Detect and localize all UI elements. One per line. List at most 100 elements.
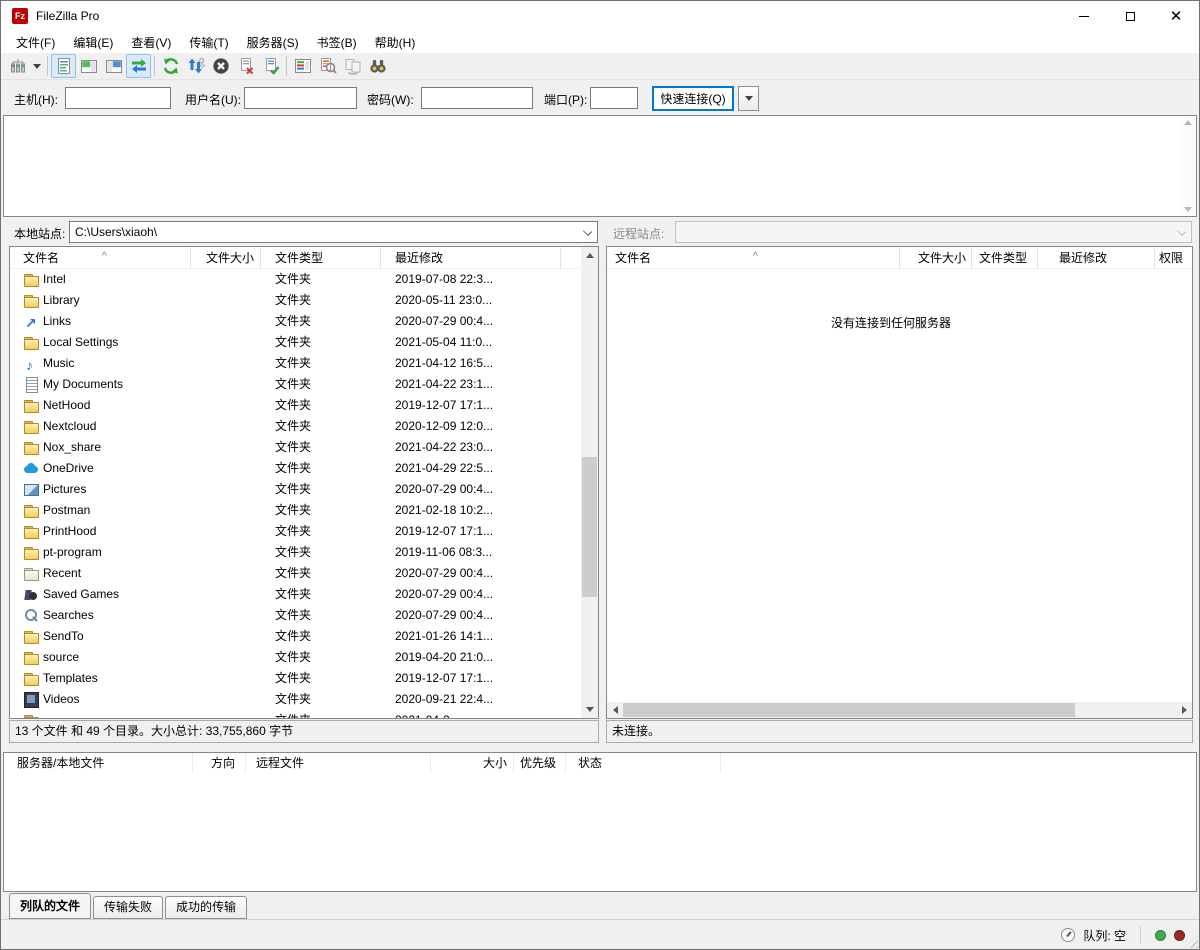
table-row[interactable]: 文件夹 2021-04-2... [10,710,581,719]
tab-queued-files[interactable]: 列队的文件 [9,893,91,919]
message-log-scrollbar[interactable] [1180,116,1196,216]
column-header-priority[interactable]: 优先级 [514,753,566,773]
remote-tree-icon [105,57,123,75]
scroll-left-button[interactable] [607,702,623,718]
local-tree-toggle-button[interactable] [76,54,101,78]
transfer-queue-toggle-button[interactable] [126,54,151,78]
table-row[interactable]: pt-program 文件夹 2019-11-06 08:3... [10,542,581,563]
search-icon [23,607,39,623]
local-site-label: 本地站点: [14,225,65,242]
tab-successful-transfers[interactable]: 成功的传输 [165,896,247,919]
column-header-filename[interactable]: 文件名 ^ [607,247,900,269]
filename-filters-button[interactable] [315,54,340,78]
music-icon [23,355,39,371]
column-header-filetype[interactable]: 文件类型 [261,247,381,269]
column-header-modified[interactable]: 最近修改 [1038,247,1155,269]
menu-view[interactable]: 查看(V) [122,32,180,53]
resize-grip[interactable] [1185,935,1198,948]
table-row[interactable]: Saved Games 文件夹 2020-07-29 00:4... [10,584,581,605]
table-row[interactable]: PrintHood 文件夹 2019-12-07 17:1... [10,521,581,542]
find-files-button[interactable] [365,54,390,78]
menu-bookmarks[interactable]: 书签(B) [308,32,366,53]
table-row[interactable]: Pictures 文件夹 2020-07-29 00:4... [10,479,581,500]
column-header-modified[interactable]: 最近修改 [381,247,561,269]
quickconnect-dropdown-button[interactable] [738,86,759,111]
column-header-remote-file[interactable]: 远程文件 [246,753,431,773]
directory-comparison-button[interactable] [290,54,315,78]
process-queue-button[interactable] [183,54,208,78]
table-row[interactable]: Intel 文件夹 2019-07-08 22:3... [10,269,581,290]
remote-tree-toggle-button[interactable] [101,54,126,78]
scroll-down-button[interactable] [581,701,598,718]
table-row[interactable]: Local Settings 文件夹 2021-05-04 11:0... [10,332,581,353]
minimize-button[interactable] [1061,1,1107,31]
quickconnect-button[interactable]: 快速连接(Q) [652,86,734,111]
table-row[interactable]: Music 文件夹 2021-04-12 16:5... [10,353,581,374]
red-status-dot[interactable] [1174,930,1185,941]
reconnect-button[interactable] [258,54,283,78]
scroll-up-button[interactable] [581,247,598,264]
column-header-size[interactable]: 大小 [431,753,514,773]
table-row[interactable]: Nextcloud 文件夹 2020-12-09 12:0... [10,416,581,437]
table-row[interactable]: Recent 文件夹 2020-07-29 00:4... [10,563,581,584]
maximize-button[interactable] [1107,1,1153,31]
toolbar-separator [286,56,287,76]
site-manager-dropdown-button[interactable] [30,54,44,78]
table-row[interactable]: Searches 文件夹 2020-07-29 00:4... [10,605,581,626]
password-input[interactable] [421,87,533,109]
cancel-operation-button[interactable] [208,54,233,78]
menu-transfer[interactable]: 传输(T) [180,32,237,53]
message-log-toggle-button[interactable] [51,54,76,78]
table-row[interactable]: Templates 文件夹 2019-12-07 17:1... [10,668,581,689]
scrollbar-thumb[interactable] [623,703,1075,717]
column-header-server-local-file[interactable]: 服务器/本地文件 [4,753,193,773]
folder-icon [23,670,39,686]
table-row[interactable]: Nox_share 文件夹 2021-04-22 23:0... [10,437,581,458]
menu-help[interactable]: 帮助(H) [366,32,425,53]
local-site-value: C:\Users\xiaoh\ [75,225,157,239]
column-header-filesize[interactable]: 文件大小 [900,247,972,269]
table-row[interactable]: My Documents 文件夹 2021-04-22 23:1... [10,374,581,395]
tab-failed-transfers[interactable]: 传输失败 [93,896,163,919]
column-header-filetype[interactable]: 文件类型 [972,247,1038,269]
port-input[interactable] [590,87,638,109]
folder-icon [23,397,39,413]
refresh-button[interactable] [158,54,183,78]
table-row[interactable]: Library 文件夹 2020-05-11 23:0... [10,290,581,311]
close-button[interactable]: ✕ [1153,1,1199,31]
table-row[interactable]: source 文件夹 2019-04-20 21:0... [10,647,581,668]
scroll-right-button[interactable] [1176,702,1192,718]
synchronized-browsing-button[interactable] [340,54,365,78]
table-row[interactable]: SendTo 文件夹 2021-01-26 14:1... [10,626,581,647]
column-header-status[interactable]: 状态 [566,753,721,773]
scrollbar-thumb[interactable] [582,457,597,597]
scroll-down-icon [586,707,594,712]
column-header-filename[interactable]: 文件名 ^ [14,247,191,269]
local-list-scrollbar[interactable] [581,247,598,718]
table-row[interactable]: Postman 文件夹 2021-02-18 10:2... [10,500,581,521]
green-status-dot[interactable] [1155,930,1166,941]
message-log [3,115,1197,217]
column-header-direction[interactable]: 方向 [193,753,246,773]
menu-server[interactable]: 服务器(S) [238,32,308,53]
table-row[interactable]: Links 文件夹 2020-07-29 00:4... [10,311,581,332]
menu-file[interactable]: 文件(F) [7,32,64,53]
speed-limits-icon[interactable] [1061,928,1075,942]
disconnect-button[interactable] [233,54,258,78]
site-manager-button[interactable] [5,54,30,78]
column-header-filesize[interactable]: 文件大小 [191,247,261,269]
table-row[interactable]: OneDrive 文件夹 2021-04-29 22:5... [10,458,581,479]
folder-icon [23,502,39,518]
menu-edit[interactable]: 编辑(E) [64,32,122,53]
remote-list-hscrollbar[interactable] [607,702,1192,718]
local-site-combo[interactable]: C:\Users\xiaoh\ [69,221,598,243]
table-row[interactable]: Videos 文件夹 2020-09-21 22:4... [10,689,581,710]
column-header-permissions[interactable]: 权限 [1155,247,1193,269]
username-input[interactable] [244,87,357,109]
sort-ascending-icon: ^ [102,247,107,268]
local-status-text: 13 个文件 和 49 个目录。大小总计: 33,755,860 字节 [9,720,599,743]
host-input[interactable] [65,87,171,109]
table-row[interactable]: NetHood 文件夹 2019-12-07 17:1... [10,395,581,416]
synchronized-browsing-icon [344,57,362,75]
sort-ascending-icon: ^ [753,247,758,268]
